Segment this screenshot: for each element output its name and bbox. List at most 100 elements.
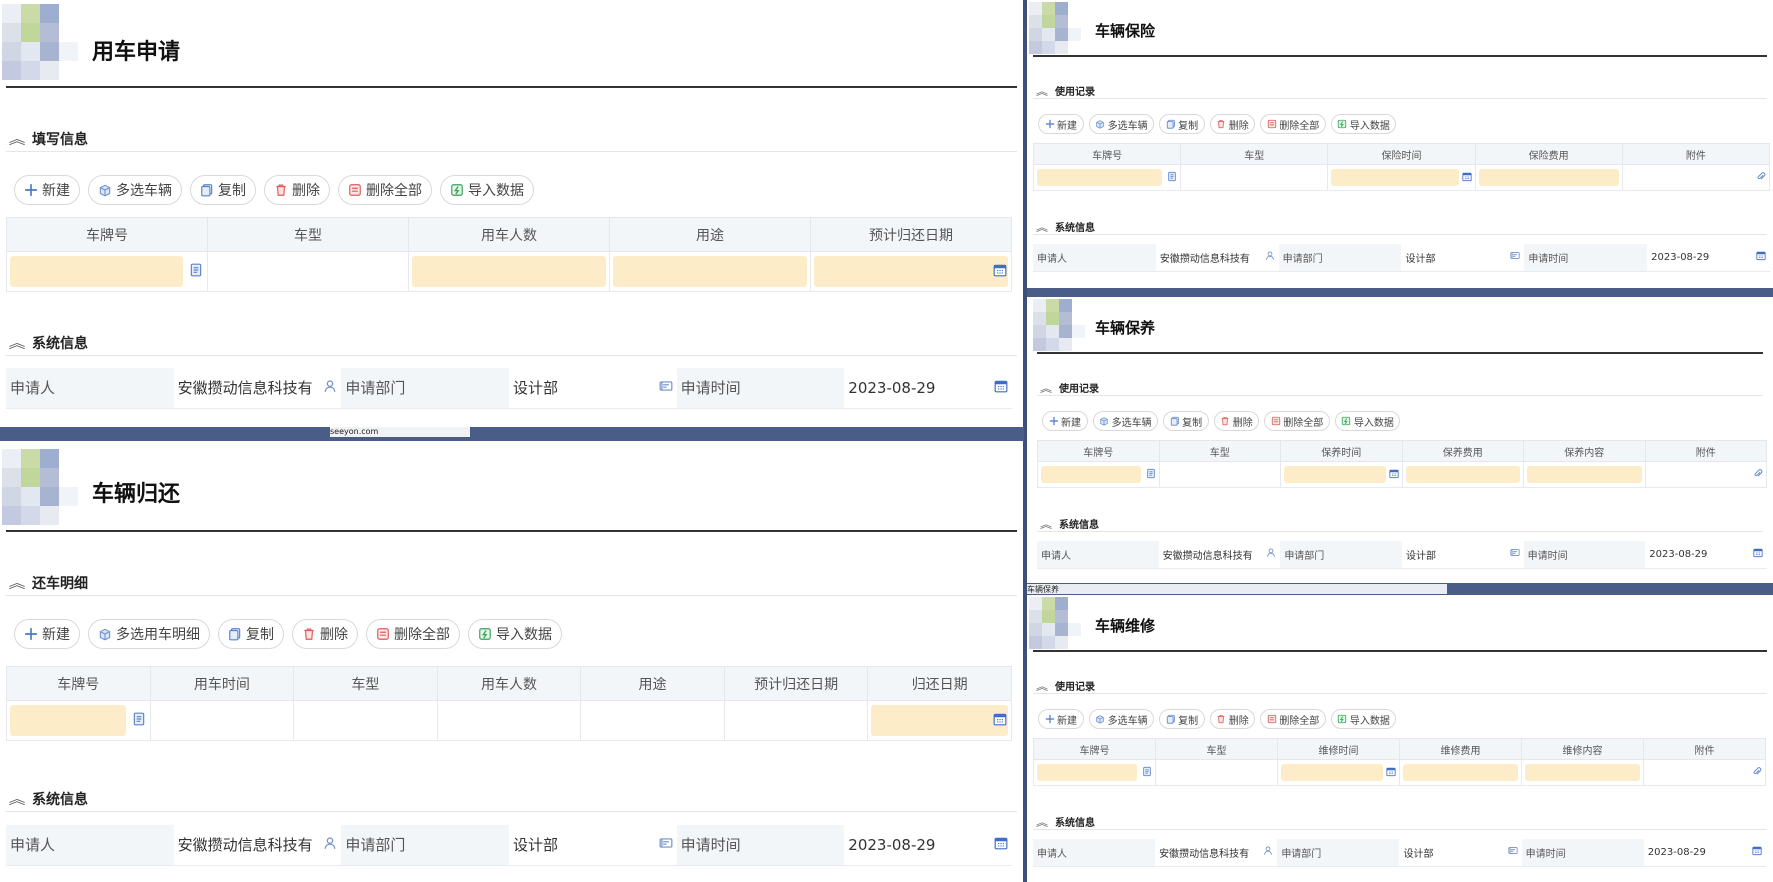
new-button[interactable]: 新建: [1037, 114, 1084, 134]
lookup-icon[interactable]: [189, 263, 203, 281]
apply-time-value[interactable]: 2023-08-29: [844, 825, 1012, 866]
required-input-field[interactable]: [1478, 169, 1619, 186]
section-header-2[interactable]: ︽ 系统信息: [1036, 219, 1095, 234]
new-button[interactable]: 新建: [14, 175, 80, 205]
table-cell[interactable]: [1621, 164, 1771, 191]
table-cell[interactable]: [1523, 461, 1646, 488]
lookup-icon[interactable]: [1142, 766, 1152, 779]
column-header[interactable]: 保养内容: [1523, 440, 1646, 462]
multi-select-button[interactable]: 多选车辆: [1088, 709, 1155, 729]
column-header[interactable]: 车型: [1158, 440, 1281, 462]
required-input-field[interactable]: [1527, 466, 1642, 483]
column-header[interactable]: 车型: [293, 666, 438, 701]
table-cell[interactable]: [1037, 461, 1160, 488]
multi-select-button[interactable]: 多选车辆: [1092, 411, 1159, 431]
copy-button[interactable]: 复制: [1159, 709, 1205, 729]
required-input-field[interactable]: [1281, 764, 1383, 781]
calendar-icon[interactable]: [1756, 251, 1766, 264]
table-cell[interactable]: [1399, 759, 1522, 786]
table-cell[interactable]: [609, 251, 811, 292]
applicant-value[interactable]: 安徽攒动信息科技有: [1155, 839, 1278, 867]
required-input-field[interactable]: [1041, 466, 1141, 483]
multi-select-button[interactable]: 多选用车明细: [88, 619, 210, 649]
section-header-2[interactable]: ︽ 系统信息: [1036, 814, 1095, 829]
table-cell[interactable]: [6, 251, 208, 292]
import-data-button[interactable]: 导入数据: [468, 619, 562, 649]
table-cell[interactable]: [6, 700, 151, 741]
copy-button[interactable]: 复制: [218, 619, 284, 649]
column-header[interactable]: 预计归还日期: [723, 666, 869, 701]
required-input-field[interactable]: [412, 256, 606, 287]
table-cell[interactable]: [1158, 461, 1281, 488]
calendar-icon[interactable]: [1386, 766, 1396, 779]
column-header[interactable]: 车牌号: [6, 217, 208, 252]
department-value[interactable]: 设计部: [508, 368, 677, 409]
column-header[interactable]: 用途: [609, 217, 811, 252]
lookup-icon[interactable]: [1146, 468, 1156, 481]
dept-icon[interactable]: [1508, 846, 1518, 859]
copy-button[interactable]: 复制: [190, 175, 256, 205]
delete-all-button[interactable]: 删除全部: [1260, 114, 1326, 134]
apply-time-value[interactable]: 2023-08-29: [1645, 541, 1767, 569]
table-cell[interactable]: [1032, 164, 1182, 191]
delete-all-button[interactable]: 删除全部: [1260, 709, 1326, 729]
person-icon[interactable]: [1265, 251, 1275, 264]
applicant-value[interactable]: 安徽攒动信息科技有: [1155, 244, 1279, 272]
column-header[interactable]: 车牌号: [1032, 143, 1182, 165]
table-cell[interactable]: [580, 700, 725, 741]
import-data-button[interactable]: 导入数据: [1330, 114, 1397, 134]
apply-time-value[interactable]: 2023-08-29: [1647, 244, 1770, 272]
section-header-1[interactable]: ︽ 还车明细: [9, 573, 88, 593]
calendar-icon[interactable]: [993, 712, 1007, 730]
section-header-2[interactable]: ︽ 系统信息: [1040, 516, 1099, 531]
column-header[interactable]: 附件: [1621, 143, 1771, 165]
dept-icon[interactable]: [659, 379, 673, 397]
person-icon[interactable]: [323, 379, 337, 397]
table-cell[interactable]: [1521, 759, 1644, 786]
column-header[interactable]: 保险费用: [1474, 143, 1623, 165]
delete-all-button[interactable]: 删除全部: [366, 619, 460, 649]
column-header[interactable]: 用车人数: [436, 666, 582, 701]
paperclip-icon[interactable]: [1752, 766, 1762, 779]
table-cell[interactable]: [1474, 164, 1623, 191]
person-icon[interactable]: [1266, 548, 1276, 561]
dept-icon[interactable]: [659, 836, 673, 854]
new-button[interactable]: 新建: [1037, 709, 1084, 729]
column-header[interactable]: 车型: [1180, 143, 1329, 165]
column-header[interactable]: 车牌号: [1033, 738, 1156, 760]
calendar-icon[interactable]: [1388, 468, 1399, 481]
delete-button[interactable]: 删除: [264, 175, 330, 205]
import-data-button[interactable]: 导入数据: [440, 175, 534, 205]
column-header[interactable]: 用途: [580, 666, 725, 701]
section-header-1[interactable]: ︽ 使用记录: [1036, 678, 1095, 693]
new-button[interactable]: 新建: [1041, 411, 1088, 431]
department-value[interactable]: 设计部: [1401, 541, 1524, 569]
table-cell[interactable]: [1033, 759, 1156, 786]
delete-button[interactable]: 删除: [1209, 114, 1256, 134]
table-cell[interactable]: [436, 700, 582, 741]
import-data-button[interactable]: 导入数据: [1330, 709, 1397, 729]
table-cell[interactable]: [1327, 164, 1476, 191]
applicant-value[interactable]: 安徽攒动信息科技有: [173, 368, 342, 409]
table-cell[interactable]: [1643, 759, 1766, 786]
column-header[interactable]: 保养时间: [1280, 440, 1403, 462]
required-input-field[interactable]: [10, 256, 183, 287]
required-input-field[interactable]: [1037, 764, 1137, 781]
column-header[interactable]: 附件: [1643, 738, 1766, 760]
apply-time-value[interactable]: 2023-08-29: [844, 368, 1012, 409]
multi-select-button[interactable]: 多选车辆: [1088, 114, 1155, 134]
dept-icon[interactable]: [1510, 548, 1520, 561]
dept-icon[interactable]: [1510, 251, 1520, 264]
delete-button[interactable]: 删除: [1209, 709, 1256, 729]
required-input-field[interactable]: [1405, 466, 1520, 483]
applicant-value[interactable]: 安徽攒动信息科技有: [173, 825, 342, 866]
table-cell[interactable]: [1644, 461, 1767, 488]
apply-time-value[interactable]: 2023-08-29: [1643, 839, 1766, 867]
delete-button[interactable]: 删除: [1213, 411, 1260, 431]
table-cell[interactable]: [1180, 164, 1329, 191]
table-cell[interactable]: [1280, 461, 1403, 488]
lookup-icon[interactable]: [1167, 171, 1177, 184]
calendar-icon[interactable]: [994, 836, 1008, 854]
person-icon[interactable]: [323, 836, 337, 854]
table-cell[interactable]: [867, 700, 1012, 741]
